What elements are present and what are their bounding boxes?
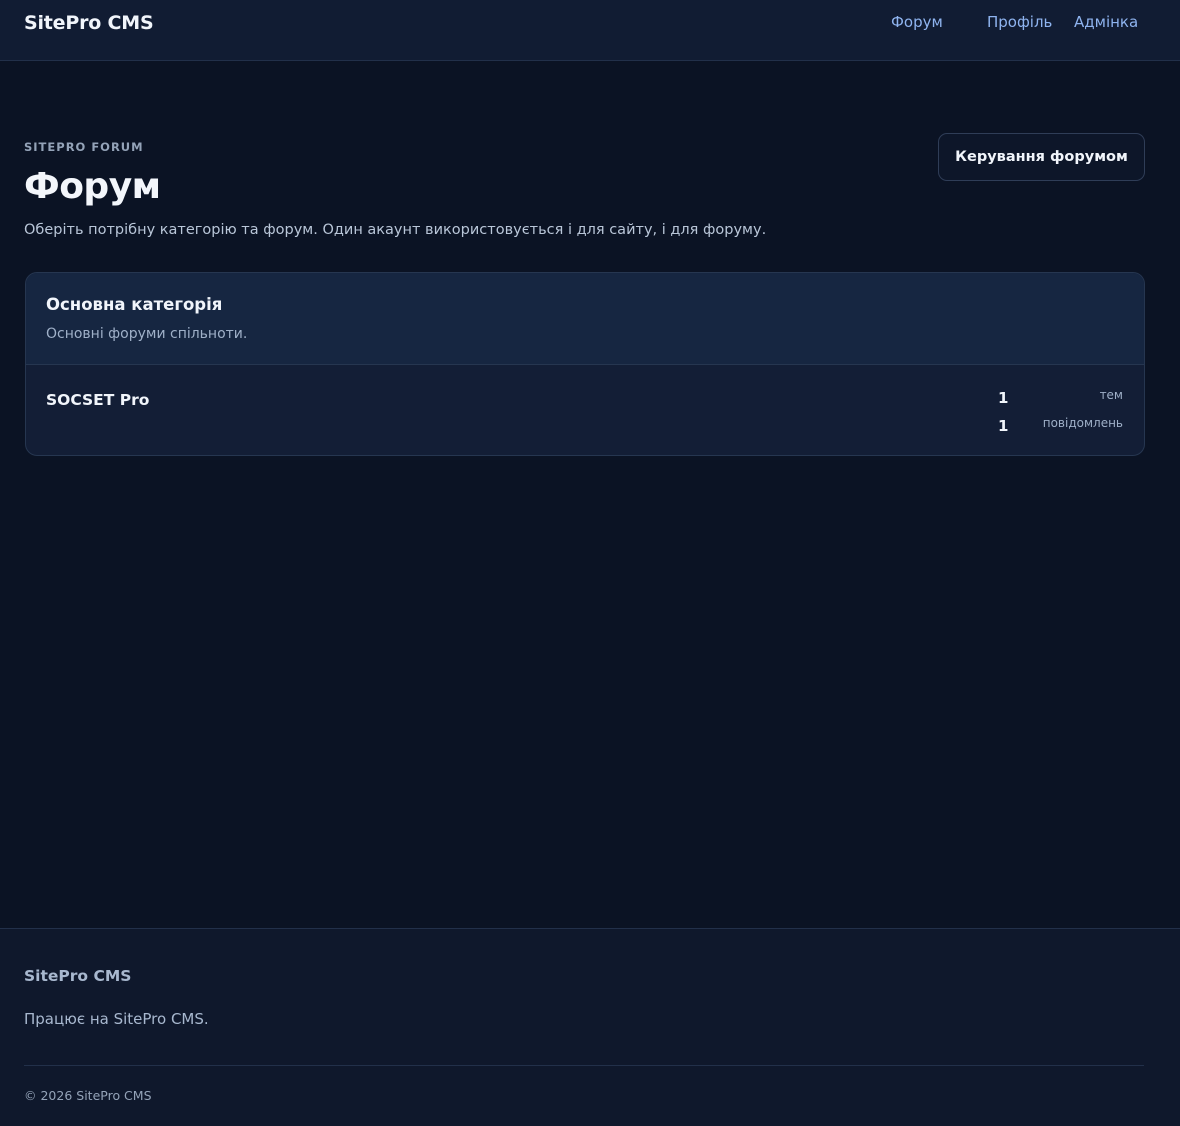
- footer-divider: [24, 1065, 1144, 1066]
- footer-brand: SitePro CMS: [24, 967, 132, 985]
- manage-forum-button[interactable]: Керування форумом: [938, 133, 1145, 181]
- topics-label: тем: [1099, 388, 1123, 402]
- footer-text: Працює на SitePro CMS.: [24, 1010, 209, 1028]
- category-card: Основна категорія Основні форуми спільно…: [25, 272, 1145, 456]
- page-title: Форум: [24, 166, 161, 207]
- top-header: SitePro CMS Форум Профіль Адмінка: [0, 0, 1180, 61]
- footer-copyright: © 2026 SitePro CMS: [24, 1088, 152, 1103]
- forum-row[interactable]: SOCSET Pro 1 тем 1 повідомлень: [26, 365, 1144, 455]
- topics-count: 1: [998, 389, 1009, 407]
- forum-link[interactable]: SOCSET Pro: [46, 391, 149, 409]
- page-description: Оберіть потрібну категорію та форум. Оди…: [24, 222, 767, 238]
- category-header: Основна категорія Основні форуми спільно…: [26, 273, 1144, 365]
- section-eyebrow: SITEPRO FORUM: [24, 140, 144, 154]
- posts-label: повідомлень: [1042, 416, 1123, 430]
- nav-link-forum[interactable]: Форум: [891, 13, 943, 31]
- site-footer: SitePro CMS Працює на SitePro CMS. © 202…: [0, 928, 1180, 1126]
- posts-count: 1: [998, 417, 1009, 435]
- category-description: Основні форуми спільноти.: [46, 326, 248, 342]
- page: SitePro CMS Форум Профіль Адмінка SITEPR…: [0, 0, 1180, 1126]
- nav-link-profile[interactable]: Профіль: [987, 13, 1052, 31]
- site-logo-link[interactable]: SitePro CMS: [24, 12, 154, 34]
- nav-link-admin[interactable]: Адмінка: [1074, 13, 1138, 31]
- category-title: Основна категорія: [46, 295, 223, 314]
